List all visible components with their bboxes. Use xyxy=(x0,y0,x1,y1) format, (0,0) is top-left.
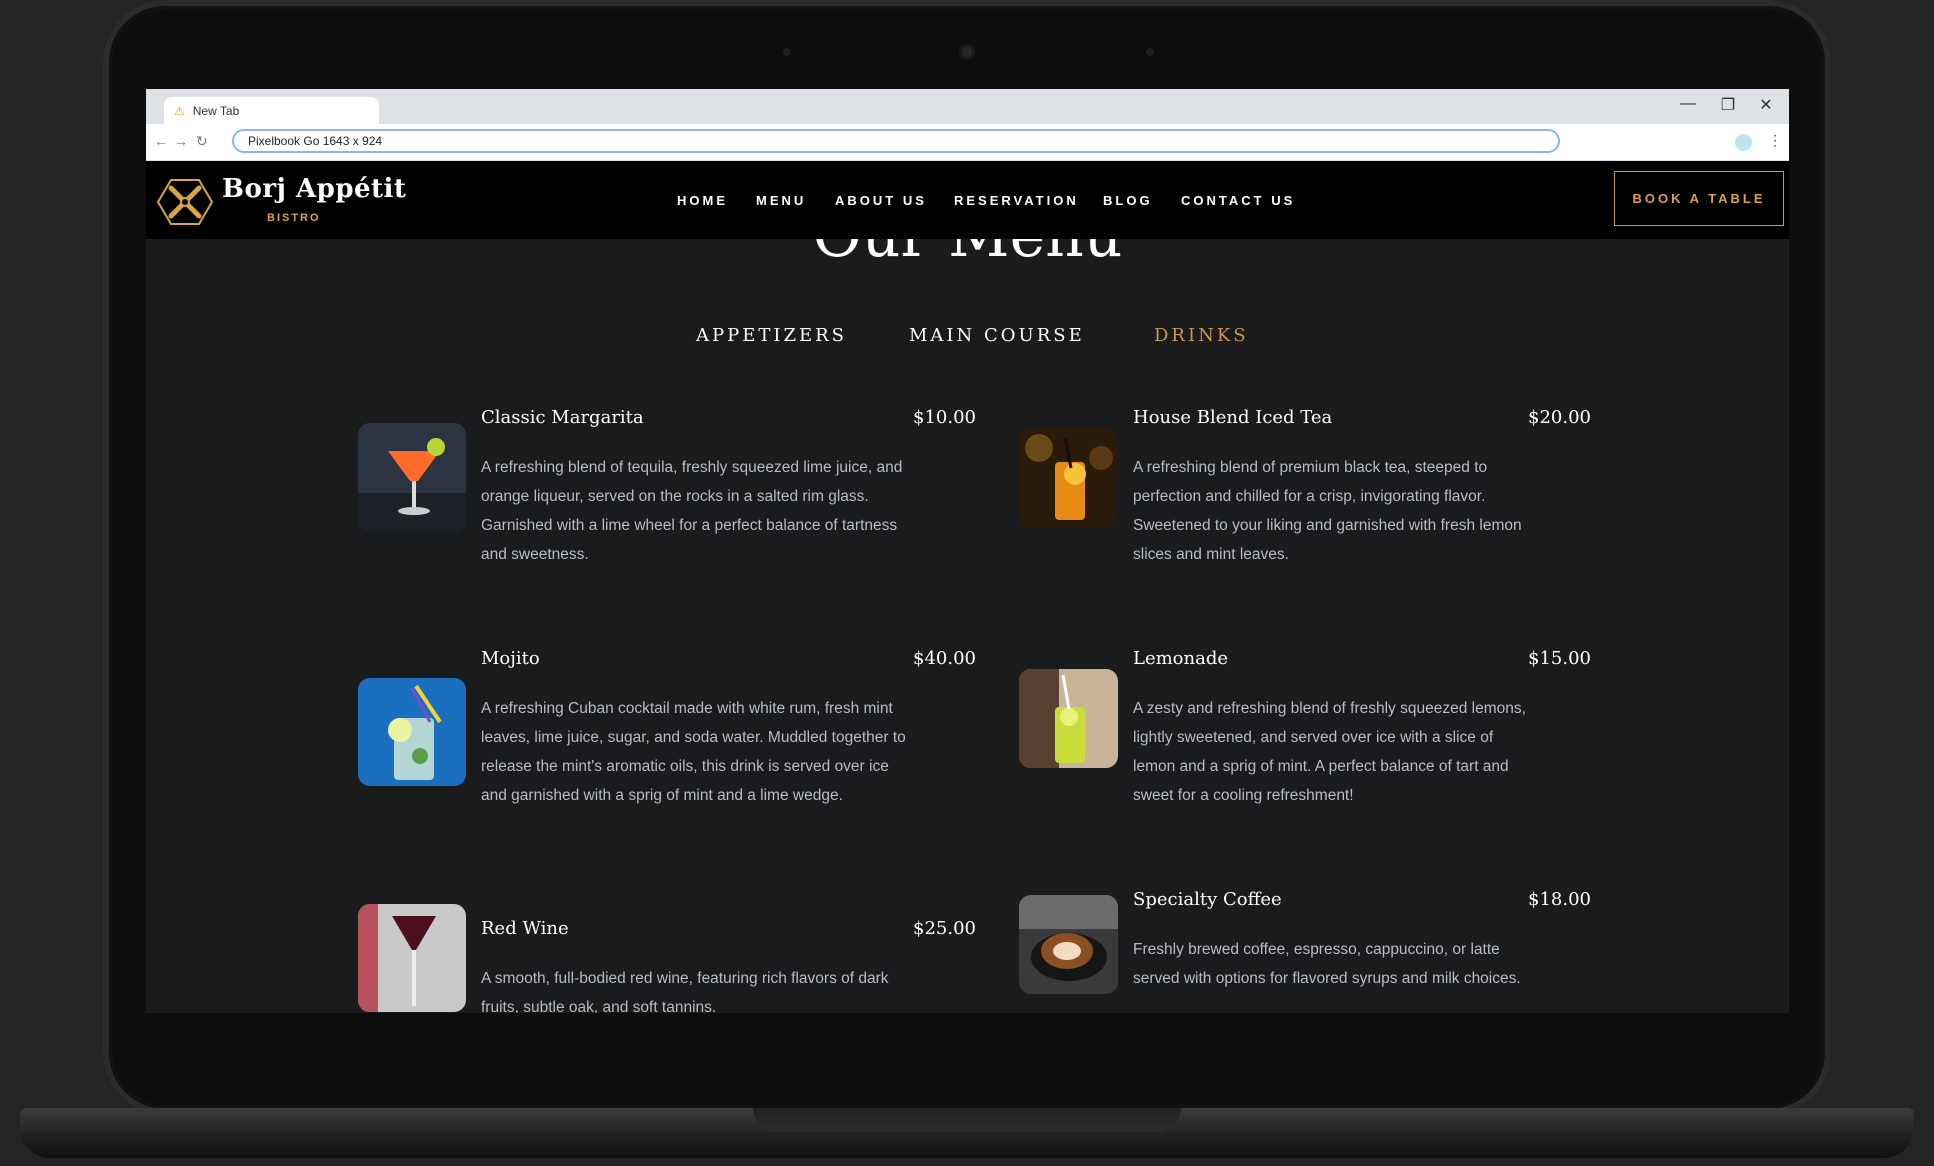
more-menu-icon[interactable]: ⋮ xyxy=(1768,132,1782,149)
menu-item-price: $20.00 xyxy=(1528,407,1591,428)
reload-icon[interactable]: ↻ xyxy=(196,133,208,150)
restore-button[interactable]: ❐ xyxy=(1714,95,1742,115)
profile-avatar[interactable] xyxy=(1735,134,1752,151)
menu-item-name: Red Wine xyxy=(481,918,569,939)
menu-item-price: $18.00 xyxy=(1528,889,1591,910)
nav-about-us[interactable]: ABOUT US xyxy=(835,193,927,208)
menu-item-name: Specialty Coffee xyxy=(1133,889,1282,910)
address-bar[interactable]: Pixelbook Go 1643 x 924 xyxy=(232,129,1560,153)
browser-tab-title: New Tab xyxy=(192,103,240,118)
menu-item-price: $25.00 xyxy=(913,918,976,939)
browser-tabstrip: ⚠ New Tab — ❐ ✕ xyxy=(146,89,1789,124)
warning-icon: ⚠ xyxy=(174,103,185,118)
nav-contact-us[interactable]: CONTACT US xyxy=(1181,193,1295,208)
nav-blog[interactable]: BLOG xyxy=(1103,193,1153,208)
margarita-image xyxy=(358,423,466,531)
screen: ⚠ New Tab — ❐ ✕ ← → ↻ Pixelbook Go 1643 … xyxy=(146,89,1789,1013)
menu-item-price: $10.00 xyxy=(913,407,976,428)
menu-item-description: A refreshing blend of tequila, freshly s… xyxy=(481,459,903,563)
red-wine-image xyxy=(358,904,466,1012)
iced-tea-image xyxy=(1019,428,1118,527)
menu-item-description: A refreshing Cuban cocktail made with wh… xyxy=(481,700,906,804)
tab-appetizers[interactable]: APPETIZERS xyxy=(696,325,847,346)
close-button[interactable]: ✕ xyxy=(1752,95,1780,115)
menu-item-name: Classic Margarita xyxy=(481,407,644,428)
nav-home[interactable]: HOME xyxy=(677,193,728,208)
webcam xyxy=(959,44,975,60)
site-header: Borj Appétit BISTRO HOME MENU ABOUT US R… xyxy=(146,161,1789,239)
main-nav: HOME MENU ABOUT US RESERVATION BLOG CONT… xyxy=(146,161,1789,239)
lemonade-image xyxy=(1019,669,1118,768)
menu-item-description: A smooth, full-bodied red wine, featurin… xyxy=(481,970,889,1013)
browser-tab[interactable]: ⚠ New Tab xyxy=(164,97,379,124)
mojito-image xyxy=(358,678,466,786)
tab-main-course[interactable]: MAIN COURSE xyxy=(909,325,1085,346)
sensor-dot xyxy=(1146,48,1154,56)
tab-drinks[interactable]: DRINKS xyxy=(1154,325,1249,346)
menu-item-description: A zesty and refreshing blend of freshly … xyxy=(1133,700,1526,804)
minimize-button[interactable]: — xyxy=(1674,95,1702,113)
menu-item-description: A refreshing blend of premium black tea,… xyxy=(1133,459,1522,563)
book-a-table-button[interactable]: BOOK A TABLE xyxy=(1614,171,1784,226)
menu-item-description: Freshly brewed coffee, espresso, cappucc… xyxy=(1133,941,1521,987)
menu-item-name: Mojito xyxy=(481,648,540,669)
menu-item-price: $40.00 xyxy=(913,648,976,669)
menu-item-name: Lemonade xyxy=(1133,648,1229,669)
coffee-image xyxy=(1019,895,1118,994)
nav-menu[interactable]: MENU xyxy=(756,193,806,208)
laptop-hinge-notch xyxy=(753,1108,1181,1132)
menu-item-price: $15.00 xyxy=(1528,648,1591,669)
nav-reservation[interactable]: RESERVATION xyxy=(954,193,1079,208)
forward-icon[interactable]: → xyxy=(174,133,188,149)
browser-toolbar: ← → ↻ Pixelbook Go 1643 x 924 ⋮ xyxy=(146,124,1789,161)
menu-item-name: House Blend Iced Tea xyxy=(1133,407,1333,428)
sensor-dot xyxy=(783,48,791,56)
back-icon[interactable]: ← xyxy=(154,133,168,149)
